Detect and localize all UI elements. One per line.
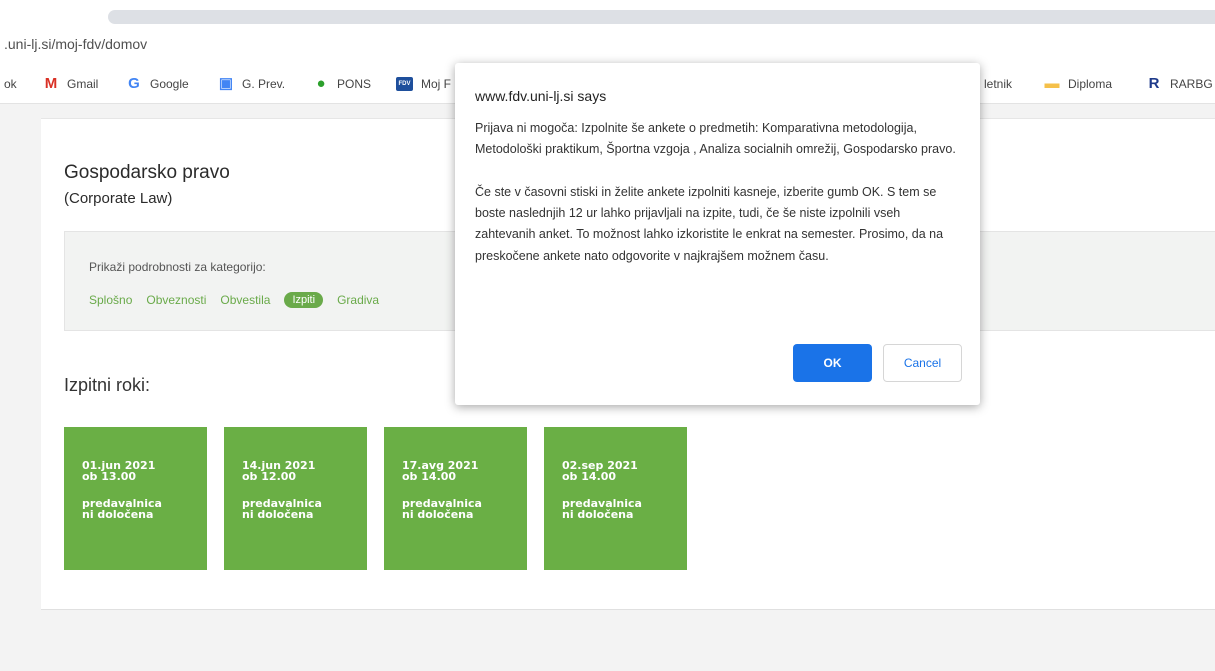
bookmark-label: ok — [4, 77, 17, 91]
google-translate-icon: ▣ — [218, 75, 234, 92]
rarbg-icon: R — [1148, 75, 1160, 92]
cancel-button[interactable]: Cancel — [883, 344, 962, 382]
bookmark-item-rarbg[interactable]: R RARBG — [1146, 75, 1213, 93]
bookmark-label: Diploma — [1068, 77, 1113, 91]
course-title: Gospodarsko pravo — [64, 162, 230, 183]
tab-obveznosti[interactable]: Obveznosti — [146, 293, 206, 307]
bookmark-item-moj-fdv[interactable]: FDV Moj F — [396, 75, 451, 93]
bookmark-label: Google — [150, 77, 189, 91]
bookmark-item-gmail[interactable]: M Gmail — [43, 75, 99, 93]
bookmark-label: RARBG — [1170, 77, 1213, 91]
tab-gradiva[interactable]: Gradiva — [337, 293, 379, 307]
pons-icon: ● — [316, 75, 326, 92]
bookmark-item-diploma[interactable]: ▬ Diploma — [1044, 75, 1113, 93]
exam-time: ob 13.00 — [82, 470, 137, 483]
tab-strip — [0, 0, 1215, 24]
gmail-icon: M — [44, 75, 58, 92]
course-subtitle: (Corporate Law) — [64, 190, 173, 207]
tab-izpiti[interactable]: Izpiti — [284, 292, 324, 308]
exam-slot[interactable]: 14.jun 2021 ob 12.00 predavalnica ni dol… — [224, 427, 367, 570]
url-text[interactable]: .uni-lj.si/moj-fdv/domov — [4, 36, 147, 52]
alert-dialog: www.fdv.uni-lj.si says Prijava ni mogoča… — [455, 63, 980, 405]
bookmark-label: letnik — [984, 77, 1013, 91]
bookmark-item-truncated[interactable]: ok — [4, 75, 17, 93]
bookmark-label: Gmail — [67, 77, 99, 91]
exam-slots: 01.jun 2021 ob 13.00 predavalnica ni dol… — [64, 427, 704, 570]
bookmark-label: G. Prev. — [242, 77, 286, 91]
bookmark-label: PONS — [337, 77, 372, 91]
exam-slot[interactable]: 02.sep 2021 ob 14.00 predavalnica ni dol… — [544, 427, 687, 570]
address-bar[interactable]: .uni-lj.si/moj-fdv/domov — [0, 24, 1215, 64]
exam-time: ob 14.00 — [562, 470, 617, 483]
dialog-title: www.fdv.uni-lj.si says — [475, 88, 607, 104]
bookmark-item-pons[interactable]: ● PONS — [313, 75, 371, 93]
fdv-icon: FDV — [396, 77, 413, 91]
exam-slot[interactable]: 17.avg 2021 ob 14.00 predavalnica ni dol… — [384, 427, 527, 570]
category-tabs: Splošno Obveznosti Obvestila Izpiti Grad… — [89, 292, 393, 308]
active-tab[interactable] — [108, 10, 1215, 24]
exam-time: ob 12.00 — [242, 470, 297, 483]
folder-icon: ▬ — [1044, 75, 1060, 92]
exam-room-value: ni določena — [82, 508, 154, 521]
exam-slot[interactable]: 01.jun 2021 ob 13.00 predavalnica ni dol… — [64, 427, 207, 570]
google-icon: G — [128, 75, 140, 92]
exam-room-value: ni določena — [562, 508, 634, 521]
bookmark-item-google-translate[interactable]: ▣ G. Prev. — [218, 75, 285, 93]
ok-button[interactable]: OK — [793, 344, 872, 382]
tab-obvestila[interactable]: Obvestila — [220, 293, 270, 307]
exam-room-value: ni določena — [242, 508, 314, 521]
dialog-message: Prijava ni mogoča: Izpolnite še ankete o… — [475, 121, 956, 263]
bookmark-item-letnik[interactable]: letnik — [984, 75, 1012, 93]
bookmark-item-google[interactable]: G Google — [126, 75, 189, 93]
exam-room-value: ni določena — [402, 508, 474, 521]
category-label: Prikaži podrobnosti za kategorijo: — [89, 260, 266, 274]
exam-dates-heading: Izpitni roki: — [64, 375, 151, 395]
bookmark-label: Moj F — [421, 77, 451, 91]
exam-time: ob 14.00 — [402, 470, 457, 483]
tab-splosno[interactable]: Splošno — [89, 293, 132, 307]
